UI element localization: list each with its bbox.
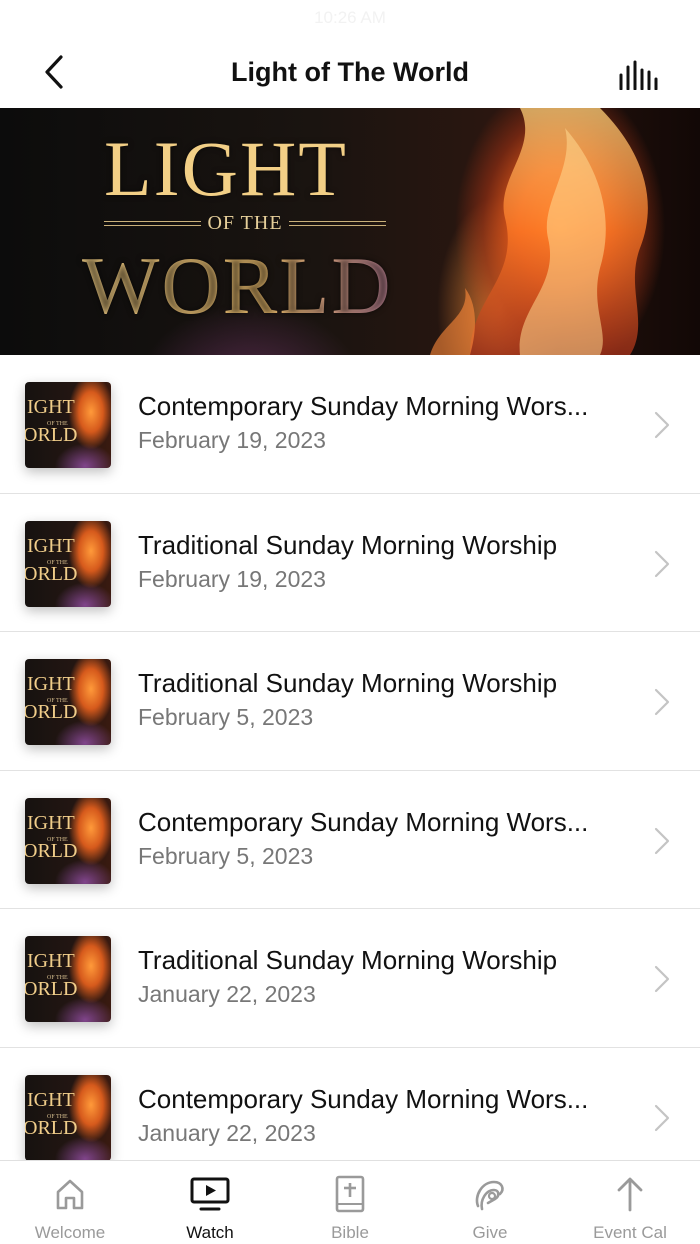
- sermon-date: January 22, 2023: [138, 1119, 316, 1146]
- bible-icon: [330, 1175, 370, 1213]
- tv-play-icon: [190, 1175, 230, 1213]
- tab-give[interactable]: Give: [420, 1161, 560, 1244]
- hero-subtitle: OF THE: [104, 212, 386, 234]
- chevron-left-icon: [45, 55, 63, 89]
- tab-label: Bible: [331, 1223, 369, 1242]
- thumbnail-text: ORLD: [25, 978, 78, 1001]
- sermon-date: January 22, 2023: [138, 981, 316, 1008]
- thumbnail-text: ORLD: [25, 839, 78, 862]
- sermon-thumbnail: IGHT OF THE ORLD: [25, 659, 111, 746]
- tab-welcome[interactable]: Welcome: [0, 1161, 140, 1244]
- sermon-thumbnail: IGHT OF THE ORLD: [25, 1074, 111, 1161]
- sermon-title: Contemporary Sunday Morning Wors...: [138, 806, 589, 837]
- sermon-title: Contemporary Sunday Morning Wors...: [138, 391, 589, 421]
- list-item[interactable]: IGHT OF THE ORLD Traditional Sunday Morn…: [0, 909, 700, 1048]
- hero-title-world: WORLD: [82, 238, 393, 334]
- tab-event-cal[interactable]: Event Cal: [560, 1161, 700, 1244]
- chevron-right-icon: [654, 689, 670, 716]
- thumbnail-text: ORLD: [25, 701, 78, 724]
- tab-label: Watch: [186, 1223, 234, 1242]
- sermon-title: Traditional Sunday Morning Worship: [138, 945, 558, 976]
- divider: [104, 220, 202, 226]
- chevron-right-icon: [654, 966, 670, 993]
- series-banner: LIGHT OF THE WORLD: [0, 108, 700, 355]
- sermon-date: February 19, 2023: [138, 565, 326, 592]
- chevron-right-icon: [654, 550, 670, 577]
- hero-title-light: LIGHT: [104, 125, 348, 212]
- arrow-up-icon: [610, 1175, 650, 1213]
- thumbnail-text: IGHT: [27, 396, 75, 418]
- thumbnail-text: IGHT: [27, 811, 75, 834]
- navigation-bar: Light of The World: [0, 36, 700, 108]
- tab-label: Give: [472, 1223, 508, 1242]
- sermon-title: Traditional Sunday Morning Worship: [138, 529, 558, 560]
- audio-button[interactable]: [616, 54, 660, 90]
- back-button[interactable]: [34, 52, 74, 92]
- thumbnail-text: IGHT: [27, 1088, 75, 1111]
- thumbnail-text: ORLD: [25, 1116, 78, 1139]
- sermon-thumbnail: IGHT OF THE ORLD: [25, 520, 111, 607]
- page-title: Light of The World: [231, 57, 469, 87]
- status-time: 10:26 AM: [314, 8, 386, 27]
- list-item[interactable]: IGHT OF THE ORLD Contemporary Sunday Mor…: [0, 355, 700, 494]
- sermon-thumbnail: IGHT OF THE ORLD: [25, 936, 111, 1023]
- thumbnail-text: IGHT: [27, 950, 75, 973]
- list-item[interactable]: IGHT OF THE ORLD Traditional Sunday Morn…: [0, 494, 700, 633]
- tab-watch[interactable]: Watch: [140, 1161, 280, 1244]
- thumbnail-text: ORLD: [25, 424, 78, 446]
- thumbnail-text: IGHT: [27, 534, 75, 557]
- chevron-right-icon: [654, 827, 670, 854]
- hero-subtitle-text: OF THE: [207, 211, 283, 234]
- sermon-thumbnail: IGHT OF THE ORLD: [25, 797, 111, 884]
- chevron-right-icon: [654, 1104, 670, 1132]
- sermon-title: Traditional Sunday Morning Worship: [138, 668, 558, 699]
- tab-bible[interactable]: Bible: [280, 1161, 420, 1244]
- home-icon: [50, 1175, 90, 1213]
- tab-label: Event Cal: [593, 1223, 667, 1242]
- sermon-list: IGHT OF THE ORLD Contemporary Sunday Mor…: [0, 355, 700, 1187]
- give-icon: [470, 1175, 510, 1213]
- list-item[interactable]: IGHT OF THE ORLD Traditional Sunday Morn…: [0, 632, 700, 771]
- thumbnail-text: IGHT: [27, 673, 75, 696]
- sermon-date: February 5, 2023: [138, 704, 314, 731]
- thumbnail-text: ORLD: [25, 562, 78, 585]
- tab-bar: Welcome Watch Bible Give Event Cal: [0, 1160, 700, 1244]
- sermon-thumbnail: IGHT OF THE ORLD: [25, 382, 111, 468]
- sermon-date: February 5, 2023: [138, 842, 314, 869]
- sermon-date: February 19, 2023: [138, 427, 326, 453]
- chevron-right-icon: [654, 411, 670, 439]
- audio-bars-icon: [619, 60, 658, 90]
- list-item[interactable]: IGHT OF THE ORLD Contemporary Sunday Mor…: [0, 771, 700, 910]
- tab-label: Welcome: [34, 1223, 106, 1242]
- status-bar: 10:26 AM: [0, 0, 700, 36]
- divider: [288, 220, 386, 226]
- sermon-title: Contemporary Sunday Morning Wors...: [138, 1083, 589, 1114]
